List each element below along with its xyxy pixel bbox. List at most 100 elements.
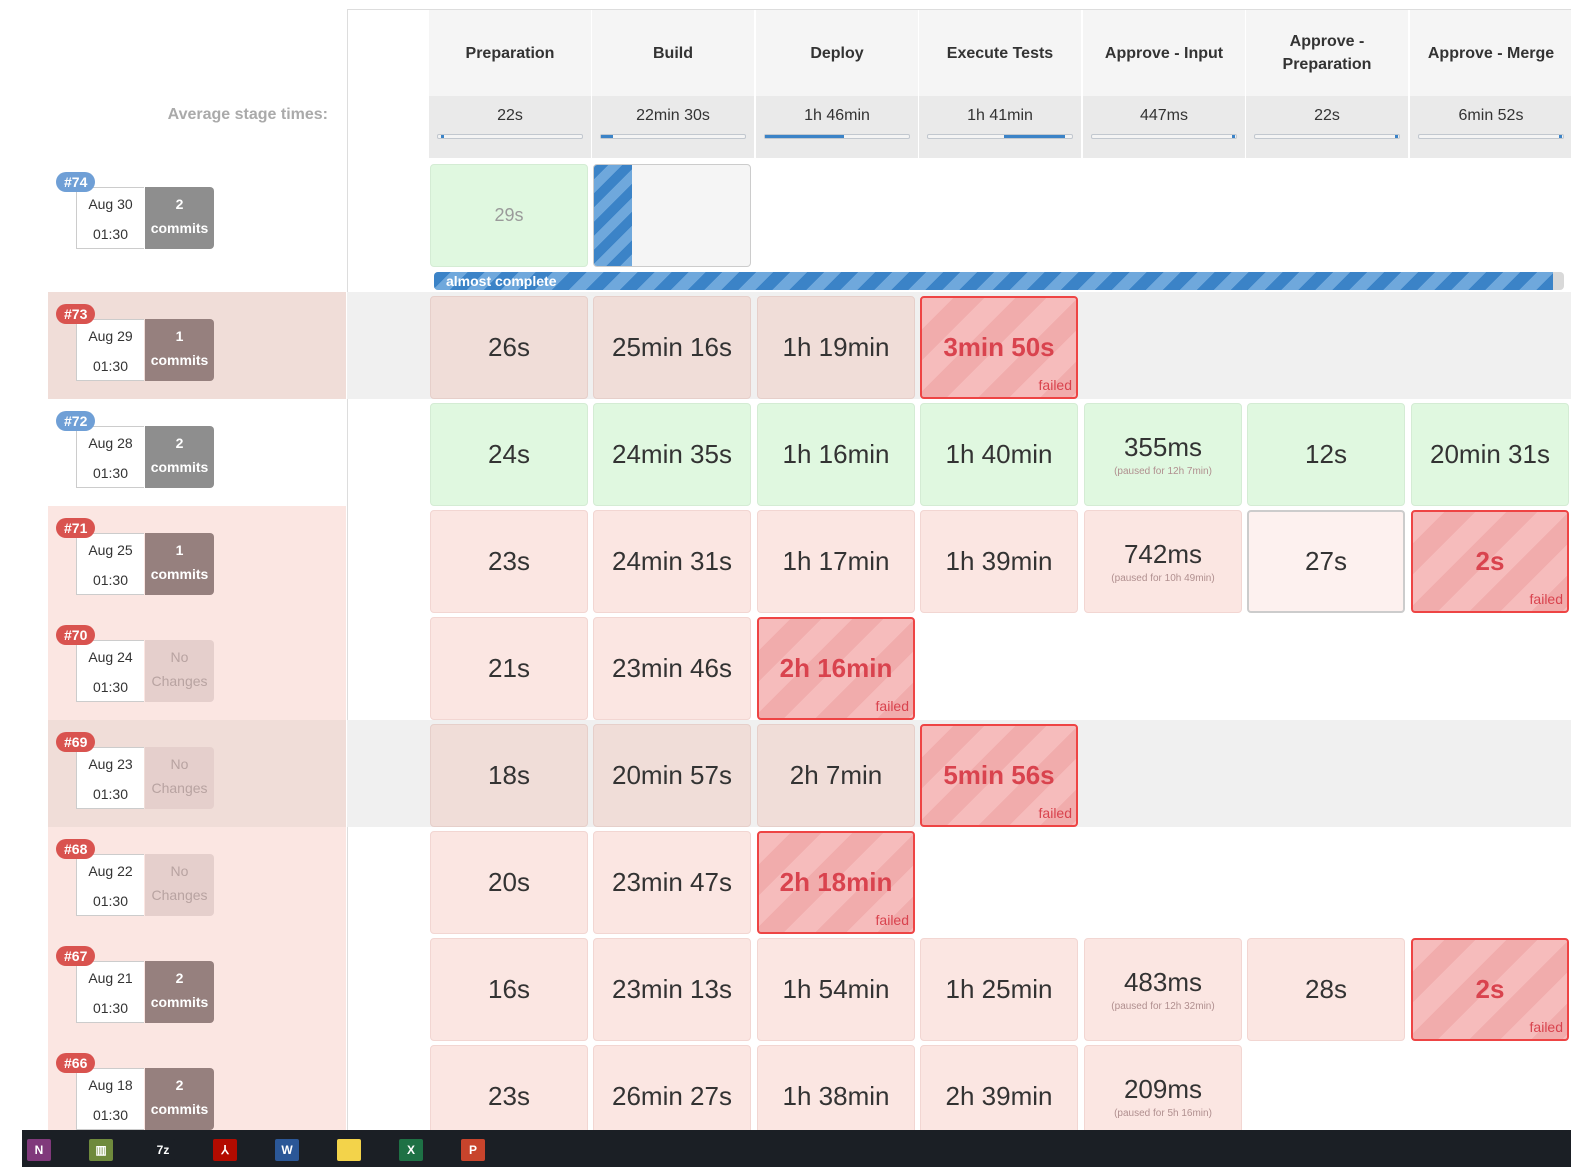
- stage-cell[interactable]: 20min 57s: [593, 724, 751, 827]
- stage-cell[interactable]: 23min 13s: [593, 938, 751, 1041]
- commits-count: 2: [175, 435, 184, 451]
- build-date-time: 01:30: [92, 1107, 129, 1123]
- stage-cell[interactable]: [593, 164, 751, 267]
- build-progress-label: almost complete: [446, 273, 557, 289]
- stage-cell[interactable]: 5min 56s failed: [920, 724, 1078, 827]
- commits-label: Changes: [151, 887, 208, 903]
- build-date: Aug 22 01:30: [76, 854, 144, 916]
- build-commits[interactable]: 2 commits: [145, 1068, 214, 1130]
- stage-avg-bar-fill: [1004, 135, 1065, 138]
- build-commits[interactable]: No Changes: [145, 854, 214, 916]
- stage-cell[interactable]: 12s: [1247, 403, 1405, 506]
- stage-cell[interactable]: 16s: [430, 938, 588, 1041]
- build-number-badge[interactable]: #67: [56, 946, 96, 966]
- stage-cell[interactable]: 1h 25min: [920, 938, 1078, 1041]
- stage-duration: 1h 19min: [782, 332, 890, 362]
- build-commits[interactable]: 1 commits: [145, 319, 214, 381]
- stage-avg-bar-fill: [765, 135, 845, 138]
- build-number-badge[interactable]: #66: [56, 1053, 96, 1073]
- stage-duration: 12s: [1305, 439, 1347, 469]
- excel-icon[interactable]: X: [399, 1139, 423, 1161]
- stage-cell[interactable]: 3min 50s failed: [920, 296, 1078, 399]
- stage-cell[interactable]: 2s failed: [1411, 510, 1569, 613]
- stage-duration: 2h 18min: [779, 867, 893, 897]
- sticky-notes-icon[interactable]: [337, 1139, 361, 1161]
- chart-app-icon[interactable]: ▥: [89, 1139, 113, 1161]
- commits-label: Changes: [151, 780, 208, 796]
- build-number-badge[interactable]: #68: [56, 839, 96, 859]
- stage-cell[interactable]: 355ms (paused for 12h 7min): [1084, 403, 1242, 506]
- build-commits[interactable]: No Changes: [145, 640, 214, 702]
- build-number-badge[interactable]: #71: [56, 518, 96, 538]
- paused-note: (paused for 5h 16min): [1114, 1108, 1212, 1119]
- stage-cell[interactable]: 25min 16s: [593, 296, 751, 399]
- stage-avg-1: 22min 30s: [591, 96, 754, 158]
- failed-label: failed: [875, 698, 909, 714]
- build-number-badge[interactable]: #73: [56, 304, 96, 324]
- stage-cell[interactable]: 23min 47s: [593, 831, 751, 934]
- stage-cell[interactable]: 18s: [430, 724, 588, 827]
- build-progress-bar: almost complete: [434, 272, 1564, 290]
- stage-avg-value: 22s: [497, 107, 523, 124]
- stage-cell[interactable]: 742ms (paused for 10h 49min): [1084, 510, 1242, 613]
- stage-cell[interactable]: 1h 19min: [757, 296, 915, 399]
- stage-duration: 3min 50s: [943, 332, 1055, 362]
- stage-cell[interactable]: 23min 46s: [593, 617, 751, 720]
- stage-duration: 24min 35s: [612, 439, 732, 469]
- commits-label: commits: [150, 566, 209, 582]
- stage-cell[interactable]: 26s: [430, 296, 588, 399]
- stage-cell[interactable]: 2h 18min failed: [757, 831, 915, 934]
- stage-avg-bar-fill: [1231, 135, 1235, 138]
- build-commits[interactable]: 2 commits: [145, 961, 214, 1023]
- word-icon[interactable]: W: [275, 1139, 299, 1161]
- stage-cell[interactable]: 483ms (paused for 12h 32min): [1084, 938, 1242, 1041]
- build-commits[interactable]: No Changes: [145, 747, 214, 809]
- stage-cell[interactable]: 1h 40min: [920, 403, 1078, 506]
- stage-cell[interactable]: 23s: [430, 510, 588, 613]
- stage-cell[interactable]: 24min 31s: [593, 510, 751, 613]
- stage-cell[interactable]: 2h 16min failed: [757, 617, 915, 720]
- stage-cell[interactable]: 20min 31s: [1411, 403, 1569, 506]
- commits-count: 1: [175, 328, 184, 344]
- acrobat-icon[interactable]: ⅄: [213, 1139, 237, 1161]
- stage-cell[interactable]: 2s failed: [1411, 938, 1569, 1041]
- stage-cell[interactable]: 29s: [430, 164, 588, 267]
- build-number-badge[interactable]: #69: [56, 732, 96, 752]
- build-number-badge[interactable]: #70: [56, 625, 96, 645]
- stage-cell[interactable]: 1h 16min: [757, 403, 915, 506]
- stage-cell[interactable]: 2h 7min: [757, 724, 915, 827]
- build-number-badge[interactable]: #72: [56, 411, 96, 431]
- stage-cell[interactable]: 20s: [430, 831, 588, 934]
- stage-cell[interactable]: 1h 17min: [757, 510, 915, 613]
- stage-cell[interactable]: 1h 39min: [920, 510, 1078, 613]
- stage-cell[interactable]: 21s: [430, 617, 588, 720]
- commits-count: No: [170, 863, 189, 879]
- build-date-day: Aug 22: [88, 863, 133, 879]
- build-number-badge[interactable]: #74: [56, 172, 96, 192]
- stage-duration: 2h 7min: [789, 760, 883, 790]
- build-commits[interactable]: 2 commits: [145, 426, 214, 488]
- stage-duration: 2h 39min: [945, 1081, 1053, 1111]
- build-date-day: Aug 18: [88, 1077, 133, 1093]
- failed-label: failed: [1529, 591, 1563, 607]
- build-date-day: Aug 21: [88, 970, 133, 986]
- stage-header-0: Preparation: [428, 10, 591, 96]
- build-commits[interactable]: 1 commits: [145, 533, 214, 595]
- stage-avg-bar: [1254, 134, 1400, 139]
- stage-cell[interactable]: 24min 35s: [593, 403, 751, 506]
- commits-label: commits: [150, 994, 209, 1010]
- 7zip-icon[interactable]: 7z: [151, 1139, 175, 1161]
- stage-avg-value: 1h 46min: [804, 107, 870, 124]
- stage-avg-bar: [600, 134, 746, 139]
- stage-cell[interactable]: 24s: [430, 403, 588, 506]
- build-date-time: 01:30: [92, 679, 129, 695]
- stage-cell[interactable]: 28s: [1247, 938, 1405, 1041]
- stage-avg-value: 6min 52s: [1458, 107, 1524, 124]
- stage-cell[interactable]: 27s: [1247, 510, 1405, 613]
- running-stripe: [594, 165, 632, 266]
- build-commits[interactable]: 2 commits: [145, 187, 214, 249]
- paused-note: (paused for 12h 7min): [1114, 466, 1212, 477]
- powerpoint-icon[interactable]: P: [461, 1139, 485, 1161]
- onenote-icon[interactable]: N: [27, 1139, 51, 1161]
- stage-cell[interactable]: 1h 54min: [757, 938, 915, 1041]
